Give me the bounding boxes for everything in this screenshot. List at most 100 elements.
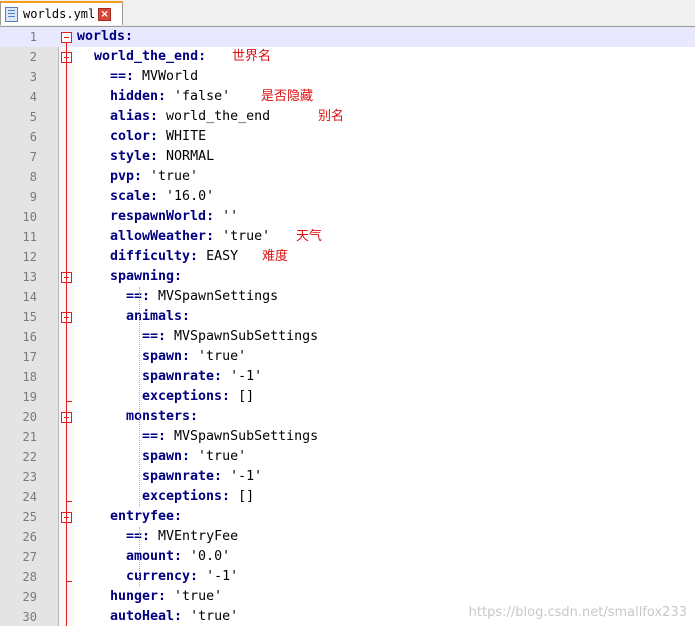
line-number: 24 [22, 490, 37, 504]
code-text: animals: [126, 307, 190, 327]
yaml-key: monsters: [126, 409, 199, 424]
code-text: style: NORMAL [110, 147, 214, 167]
code-line[interactable]: 12 difficulty: EASY 难度 [0, 247, 695, 267]
line-number: 23 [22, 470, 37, 484]
line-number: 4 [29, 90, 37, 104]
yaml-key: spawn: [142, 449, 199, 464]
line-number: 2 [29, 50, 37, 64]
code-text: respawnWorld: '' [110, 207, 238, 227]
yaml-key: worlds: [77, 29, 134, 44]
yaml-key: pvp: [110, 169, 151, 184]
close-icon[interactable]: × [98, 7, 112, 21]
yaml-value: '' [222, 209, 239, 224]
yaml-key: ==: [110, 69, 143, 84]
annotation-note: 世界名 [232, 49, 272, 64]
line-number: 26 [22, 530, 37, 544]
code-line[interactable]: 14 ==: MVSpawnSettings [0, 287, 695, 307]
code-text: pvp: 'true' [110, 167, 198, 187]
code-line[interactable]: 8 pvp: 'true' [0, 167, 695, 187]
code-line[interactable]: 26 ==: MVEntryFee [0, 527, 695, 547]
code-text: worlds: [77, 27, 133, 47]
line-number: 16 [22, 330, 37, 344]
code-line[interactable]: 24 exceptions: [] [0, 487, 695, 507]
code-line[interactable]: 17 spawn: 'true' [0, 347, 695, 367]
code-text: spawnrate: '-1' [142, 367, 262, 387]
code-line[interactable]: 5 alias: world_the_end 别名 [0, 107, 695, 127]
yaml-key: hunger: [110, 589, 175, 604]
yaml-value: EASY [206, 249, 239, 264]
yaml-value: [] [238, 489, 255, 504]
line-number: 6 [29, 130, 37, 144]
yaml-key: ==: [126, 529, 159, 544]
annotation-note: 天气 [296, 229, 323, 244]
line-number: 10 [22, 210, 37, 224]
line-number: 22 [22, 450, 37, 464]
code-line[interactable]: 29 hunger: 'true' [0, 587, 695, 607]
code-line[interactable]: 20 monsters: [0, 407, 695, 427]
code-text: alias: world_the_end [110, 107, 270, 127]
yaml-key: ==: [142, 329, 175, 344]
code-line[interactable]: 10 respawnWorld: '' [0, 207, 695, 227]
code-line[interactable]: 13 spawning: [0, 267, 695, 287]
line-number: 11 [22, 230, 37, 244]
yaml-value: MVSpawnSettings [158, 289, 279, 304]
code-text: allowWeather: 'true' [110, 227, 270, 247]
code-line[interactable]: 19 exceptions: [] [0, 387, 695, 407]
code-line[interactable]: 21 ==: MVSpawnSubSettings [0, 427, 695, 447]
code-line[interactable]: 1 worlds: [0, 27, 695, 47]
code-text: exceptions: [] [142, 387, 254, 407]
yaml-value: MVEntryFee [158, 529, 239, 544]
code-line[interactable]: 23 spawnrate: '-1' [0, 467, 695, 487]
line-number: 25 [22, 510, 37, 524]
code-text: exceptions: [] [142, 487, 254, 507]
code-line[interactable]: 16 ==: MVSpawnSubSettings [0, 327, 695, 347]
line-number: 7 [29, 150, 37, 164]
line-number: 1 [29, 30, 37, 44]
yaml-value: 'true' [174, 589, 223, 604]
code-line[interactable]: 6 color: WHITE [0, 127, 695, 147]
line-number: 14 [22, 290, 37, 304]
fold-toggle-icon[interactable] [61, 32, 72, 43]
code-line[interactable]: 11 allowWeather: 'true' 天气 [0, 227, 695, 247]
code-text: spawnrate: '-1' [142, 467, 262, 487]
code-text: entryfee: [110, 507, 182, 527]
tab-worlds-yml[interactable]: worlds.yml × [0, 1, 123, 25]
watermark: https://blog.csdn.net/smallfox233 [468, 605, 687, 620]
line-number: 30 [22, 610, 37, 624]
yaml-key: spawnrate: [142, 469, 231, 484]
line-number: 5 [29, 110, 37, 124]
code-line[interactable]: 18 spawnrate: '-1' [0, 367, 695, 387]
yaml-key: hidden: [110, 89, 175, 104]
code-line[interactable]: 2 world_the_end: 世界名 [0, 47, 695, 67]
code-line[interactable]: 22 spawn: 'true' [0, 447, 695, 467]
code-line[interactable]: 25 entryfee: [0, 507, 695, 527]
annotation-note: 难度 [262, 249, 289, 264]
yaml-value: WHITE [166, 129, 207, 144]
line-number: 15 [22, 310, 37, 324]
code-text: ==: MVSpawnSubSettings [142, 427, 318, 447]
code-line[interactable]: 27 amount: '0.0' [0, 547, 695, 567]
yaml-value: '0.0' [190, 549, 231, 564]
code-line[interactable]: 3 ==: MVWorld [0, 67, 695, 87]
code-line[interactable]: 15 animals: [0, 307, 695, 327]
line-number: 21 [22, 430, 37, 444]
code-text: currency: '-1' [126, 567, 238, 587]
yaml-key: amount: [126, 549, 191, 564]
code-text: world_the_end: [94, 47, 206, 67]
code-line[interactable]: 9 scale: '16.0' [0, 187, 695, 207]
line-number: 18 [22, 370, 37, 384]
code-text: ==: MVEntryFee [126, 527, 238, 547]
code-line[interactable]: 7 style: NORMAL [0, 147, 695, 167]
line-number: 29 [22, 590, 37, 604]
yaml-value: 'true' [198, 449, 247, 464]
line-number: 12 [22, 250, 37, 264]
yaml-key: respawnWorld: [110, 209, 223, 224]
yaml-value: MVWorld [142, 69, 199, 84]
code-text: scale: '16.0' [110, 187, 214, 207]
editor[interactable]: 1 worlds: 2 world_the_end: 世界名 3 ==: MVWorld 4 h… [0, 27, 695, 626]
yaml-key: currency: [126, 569, 207, 584]
code-line[interactable]: 4 hidden: 'false' 是否隐藏 [0, 87, 695, 107]
line-number: 27 [22, 550, 37, 564]
code-line[interactable]: 28 currency: '-1' [0, 567, 695, 587]
yaml-value: '16.0' [166, 189, 215, 204]
